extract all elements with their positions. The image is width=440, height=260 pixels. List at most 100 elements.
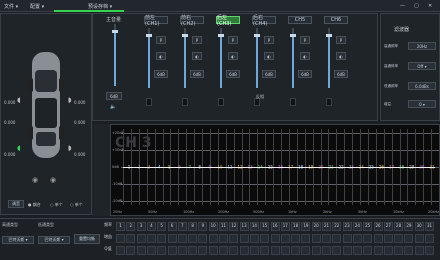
channel-slider-3[interactable] xyxy=(218,28,224,88)
phase-toggle-2[interactable] xyxy=(182,98,188,106)
radio-single-a[interactable]: ○ 单个 xyxy=(50,202,63,208)
eq-cell[interactable] xyxy=(425,234,434,243)
eq-cell[interactable] xyxy=(208,234,218,243)
eq-cell[interactable] xyxy=(157,246,167,255)
polarity-button-2[interactable]: P xyxy=(192,36,202,44)
eq-cell[interactable]: 23 xyxy=(342,222,352,231)
mute-button-5[interactable]: ◐ xyxy=(300,52,310,60)
eq-cell[interactable] xyxy=(116,246,125,255)
eq-cell[interactable]: 9 xyxy=(198,222,208,231)
mute-button-6[interactable]: ◐ xyxy=(336,52,346,60)
mute-button-4[interactable]: ◐ xyxy=(264,52,274,60)
phase-toggle-1[interactable] xyxy=(146,98,152,106)
eq-cell[interactable] xyxy=(136,246,146,255)
eq-cell[interactable]: 20 xyxy=(311,222,321,231)
eq-cell[interactable] xyxy=(414,234,424,243)
eq-cell[interactable] xyxy=(280,246,290,255)
polarity-button-3[interactable]: P xyxy=(228,36,238,44)
channel-slider-4[interactable] xyxy=(254,28,260,88)
eq-cell[interactable]: 15 xyxy=(260,222,270,231)
channel-slider-2[interactable] xyxy=(182,28,188,88)
eq-cell[interactable] xyxy=(291,246,301,255)
eq-cell[interactable] xyxy=(373,234,383,243)
phase-toggle-5[interactable] xyxy=(290,98,296,106)
eq-cell[interactable] xyxy=(291,234,301,243)
speaker-icon-rl-active[interactable]: ◖ xyxy=(17,144,21,152)
channel-slider-5[interactable] xyxy=(290,28,296,88)
tune-button[interactable]: 调音 xyxy=(8,200,24,208)
eq-cell[interactable] xyxy=(311,234,321,243)
minimize-button[interactable]: — xyxy=(400,3,405,9)
eq-cell[interactable] xyxy=(198,234,208,243)
eq-cell[interactable] xyxy=(404,234,414,243)
eq-cell[interactable] xyxy=(157,234,167,243)
eq-cell[interactable]: 24 xyxy=(352,222,362,231)
hp-type-select[interactable]: 巴特沃斯 ▾ xyxy=(2,236,34,244)
eq-cell[interactable] xyxy=(363,246,373,255)
eq-cell[interactable] xyxy=(229,234,239,243)
mute-button-2[interactable]: ◐ xyxy=(192,52,202,60)
eq-cell[interactable]: 11 xyxy=(219,222,228,231)
eq-cell[interactable] xyxy=(270,234,280,243)
channel-db-4[interactable]: 6dB xyxy=(262,70,276,78)
eq-cell[interactable] xyxy=(363,234,373,243)
close-button[interactable]: ✕ xyxy=(428,3,432,9)
eq-cell[interactable]: 3 xyxy=(136,222,146,231)
eq-cell[interactable] xyxy=(260,234,270,243)
eq-cell[interactable] xyxy=(322,234,331,243)
speaker-icon-rr[interactable]: ◗ xyxy=(68,144,72,152)
eq-cell[interactable] xyxy=(146,246,156,255)
eq-cell[interactable]: 17 xyxy=(280,222,290,231)
menu-config[interactable]: 配置 ▾ xyxy=(30,3,44,10)
eq-cell[interactable] xyxy=(301,234,311,243)
eq-cell[interactable] xyxy=(126,234,136,243)
polarity-button-4[interactable]: P xyxy=(264,36,274,44)
eq-cell[interactable] xyxy=(146,234,156,243)
eq-cell[interactable] xyxy=(394,234,404,243)
eq-cell[interactable]: 4 xyxy=(146,222,156,231)
eq-cell[interactable] xyxy=(383,234,393,243)
eq-cell[interactable] xyxy=(332,246,342,255)
channel-db-3[interactable]: 6dB xyxy=(226,70,240,78)
eq-cell[interactable] xyxy=(177,234,187,243)
eq-cell[interactable]: 14 xyxy=(249,222,259,231)
channel-db-2[interactable]: 6dB xyxy=(190,70,204,78)
lp-type-select[interactable]: 巴特沃斯 ▾ xyxy=(38,236,70,244)
eq-cell[interactable] xyxy=(239,234,249,243)
eq-cell[interactable] xyxy=(177,246,187,255)
eq-cell[interactable] xyxy=(188,234,198,243)
eq-cell[interactable] xyxy=(136,234,146,243)
eq-cell[interactable]: 18 xyxy=(291,222,301,231)
eq-cell[interactable] xyxy=(188,246,198,255)
eq-cell[interactable] xyxy=(167,234,177,243)
eq-cell[interactable]: 16 xyxy=(270,222,280,231)
eq-cell[interactable]: 7 xyxy=(177,222,187,231)
eq-cell[interactable]: 8 xyxy=(188,222,198,231)
menu-presets[interactable]: 预设存档 ▾ xyxy=(88,3,112,10)
eq-cell[interactable] xyxy=(260,246,270,255)
channel-label-2[interactable]: 前右(CH2) xyxy=(180,15,204,27)
eq-cell[interactable] xyxy=(352,246,362,255)
eq-cell[interactable]: 25 xyxy=(363,222,373,231)
xover-value-3[interactable]: 0 ▾ xyxy=(408,100,436,108)
eq-cell[interactable] xyxy=(116,234,125,243)
eq-cell[interactable] xyxy=(301,246,311,255)
eq-cell[interactable]: 19 xyxy=(301,222,311,231)
eq-cell[interactable] xyxy=(229,246,239,255)
eq-cell[interactable]: 5 xyxy=(157,222,167,231)
master-speaker-icon[interactable]: 🔈 xyxy=(110,104,116,110)
eq-cell[interactable] xyxy=(249,234,259,243)
eq-cell[interactable] xyxy=(126,246,136,255)
eq-cell[interactable] xyxy=(219,234,228,243)
speaker-icon-fl[interactable]: ◖ xyxy=(17,96,21,104)
channel-db-6[interactable]: 6dB xyxy=(334,70,348,78)
eq-cell[interactable] xyxy=(383,246,393,255)
eq-cell[interactable] xyxy=(249,246,259,255)
eq-cell[interactable]: 21 xyxy=(322,222,331,231)
channel-db-5[interactable]: 6dB xyxy=(298,70,312,78)
eq-cell[interactable] xyxy=(332,234,342,243)
channel-label-3[interactable]: 后左(CH3) xyxy=(216,15,240,27)
eq-cell[interactable]: 13 xyxy=(239,222,249,231)
eq-cell[interactable] xyxy=(322,246,331,255)
eq-cell[interactable]: 29 xyxy=(404,222,414,231)
